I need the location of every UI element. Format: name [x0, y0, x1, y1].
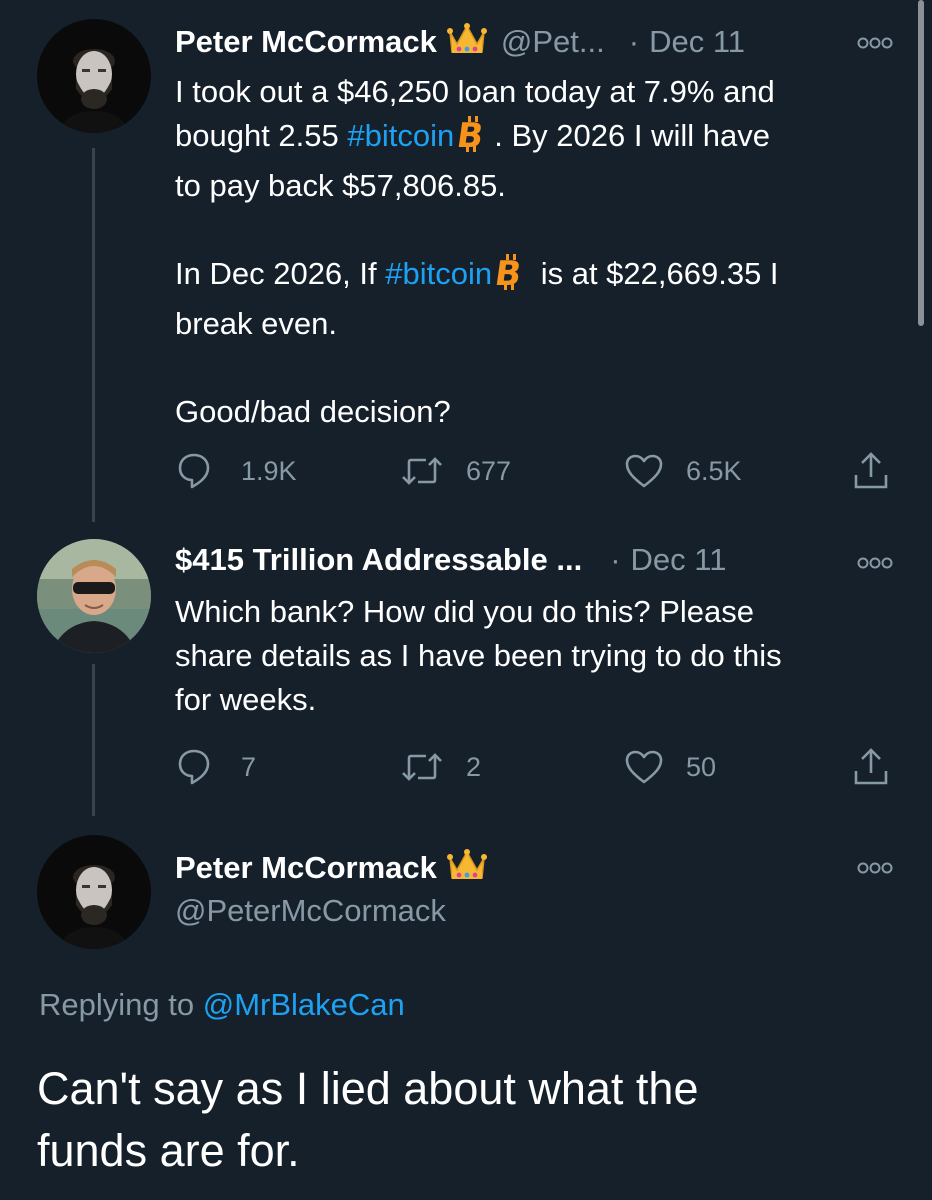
more-icon[interactable]: [857, 556, 893, 574]
author-name[interactable]: Peter McCormack: [175, 850, 437, 886]
avatar[interactable]: [37, 19, 151, 133]
tweet-header: Peter McCormack @Pet... · Dec 11: [175, 22, 745, 61]
like-button[interactable]: 6.5K: [624, 453, 742, 489]
crown-emoji: [446, 22, 487, 61]
retweet-count: 677: [466, 455, 512, 486]
reply-icon: [177, 452, 211, 490]
bitcoin-emoji: B: [455, 116, 490, 164]
author-name[interactable]: Peter McCormack: [175, 24, 437, 60]
text-line: I took out a $46,250 loan today at 7.9% …: [175, 74, 775, 109]
like-count: 50: [686, 751, 717, 782]
thread-line: [92, 148, 95, 522]
tweet-date[interactable]: Dec 11: [649, 24, 745, 60]
hashtag-link[interactable]: #bitcoin: [347, 118, 454, 153]
avatar[interactable]: [37, 835, 151, 949]
more-icon[interactable]: [857, 861, 893, 879]
author-handle[interactable]: @PeterMcCormack: [175, 893, 446, 929]
text-line: Can't say as I lied about what the: [37, 1063, 699, 1114]
avatar[interactable]: [37, 539, 151, 653]
reply-icon: [177, 748, 211, 786]
reply-button[interactable]: 7: [177, 748, 256, 786]
text-line: break even.: [175, 306, 337, 341]
share-button[interactable]: [852, 747, 890, 787]
svg-text:B: B: [496, 254, 524, 290]
svg-text:B: B: [458, 116, 486, 152]
thread-line: [92, 664, 95, 816]
like-icon: [624, 749, 664, 785]
share-icon: [852, 451, 890, 491]
share-button[interactable]: [852, 451, 890, 491]
tweet-text: Which bank? How did you do this? Please …: [175, 590, 895, 722]
tweet-text: I took out a $46,250 loan today at 7.9% …: [175, 70, 895, 434]
reply-button[interactable]: 1.9K: [177, 452, 297, 490]
reply-count: 7: [241, 751, 257, 782]
like-icon: [624, 453, 664, 489]
retweet-icon: [400, 455, 444, 487]
scrollbar[interactable]: [918, 0, 924, 326]
text-line: funds are for.: [37, 1125, 300, 1176]
tweet-header: Peter McCormack: [175, 848, 487, 887]
crown-emoji: [446, 848, 487, 887]
text-line: share details as I have been trying to d…: [175, 638, 782, 673]
tweet-header: $415 Trillion Addressable ... · Dec 11: [175, 542, 726, 578]
text-line: Which bank? How did you do this? Please: [175, 594, 754, 629]
separator-dot: ·: [628, 23, 640, 59]
tweet-date[interactable]: Dec 11: [631, 542, 727, 578]
retweet-button[interactable]: 2: [400, 751, 481, 783]
hashtag-link[interactable]: #bitcoin: [385, 256, 492, 291]
replying-to: Replying to @MrBlakeCan: [39, 987, 405, 1023]
separator-dot: ·: [610, 542, 621, 577]
like-button[interactable]: 50: [624, 749, 716, 785]
bitcoin-emoji: B: [492, 254, 528, 302]
replying-handle-link[interactable]: @MrBlakeCan: [203, 987, 405, 1022]
retweet-button[interactable]: 677: [400, 455, 511, 487]
replying-label: Replying to: [39, 987, 195, 1022]
share-icon: [852, 747, 890, 787]
text-line: for weeks.: [175, 682, 317, 717]
author-name[interactable]: $415 Trillion Addressable ...: [175, 542, 582, 578]
like-count: 6.5K: [686, 455, 742, 486]
more-icon[interactable]: [857, 36, 893, 54]
focused-tweet-text: Can't say as I lied about what the funds…: [37, 1058, 897, 1182]
retweet-icon: [400, 751, 444, 783]
retweet-count: 2: [466, 751, 482, 782]
text-line: Good/bad decision?: [175, 394, 451, 429]
text-line: In Dec 2026, If #bitcoin B is at $22,669.…: [175, 252, 895, 302]
text-line: to pay back $57,806.85.: [175, 168, 506, 203]
reply-count: 1.9K: [241, 455, 297, 486]
author-handle[interactable]: @Pet...: [501, 24, 605, 60]
text-line: bought 2.55 #bitcoin B. By 2026 I will ha…: [175, 114, 895, 164]
